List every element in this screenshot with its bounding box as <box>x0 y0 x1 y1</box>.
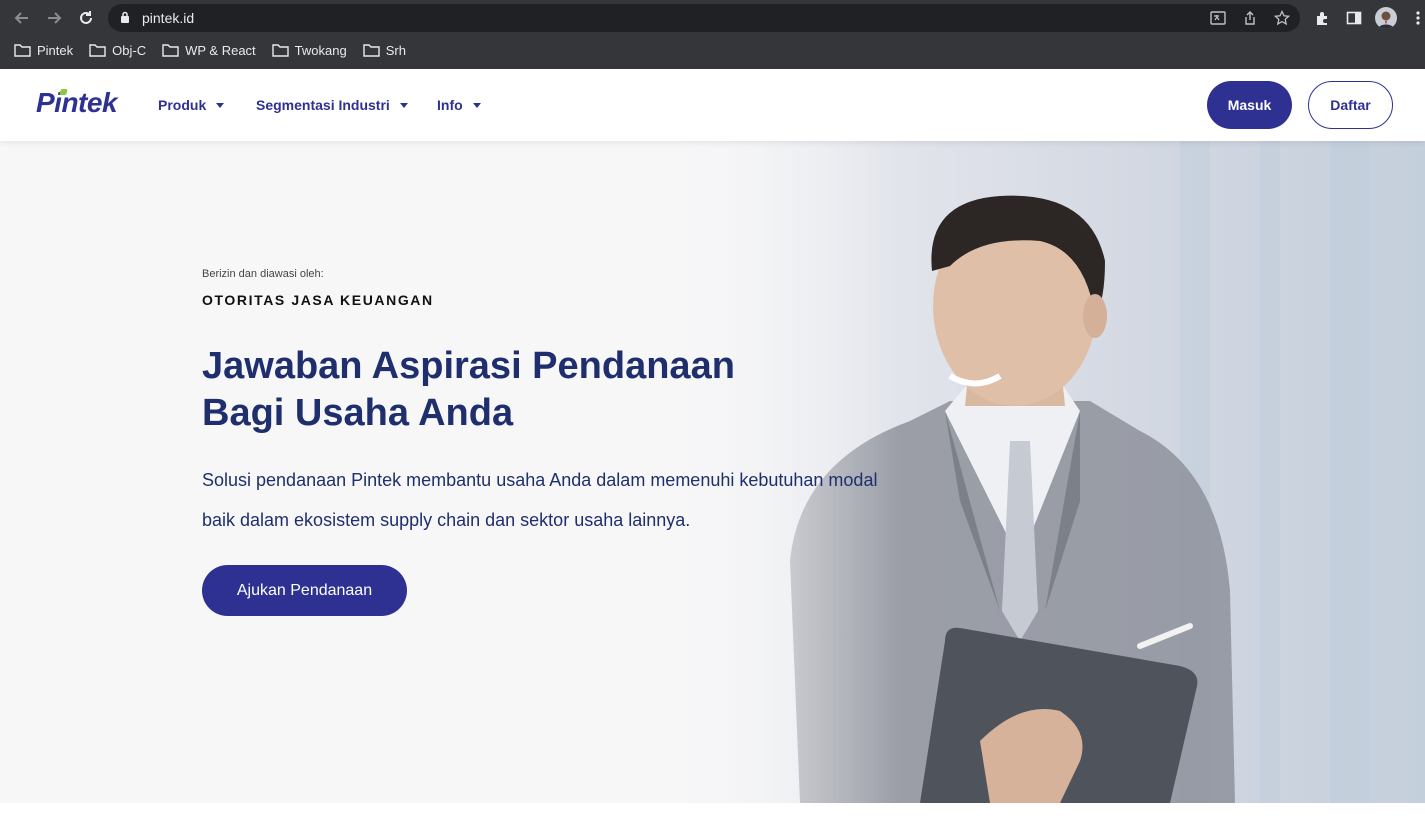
bookmark-folder-pintek[interactable]: Pintek <box>14 43 73 58</box>
description-line-1: Solusi pendanaan Pintek membantu usaha A… <box>202 470 878 490</box>
caret-down-icon <box>216 103 225 108</box>
nav-info-label: Info <box>437 97 463 113</box>
bookmark-label: Pintek <box>37 42 74 58</box>
forward-icon[interactable] <box>42 6 66 30</box>
nav-segmentasi-industri[interactable]: Segmentasi Industri <box>256 97 408 113</box>
hero-description: Solusi pendanaan Pintek membantu usaha A… <box>202 460 902 540</box>
regulator-kicker: Berizin dan diawasi oleh: <box>202 268 324 280</box>
register-button[interactable]: Daftar <box>1308 81 1393 129</box>
profile-avatar[interactable] <box>1375 7 1397 29</box>
caret-down-icon <box>399 103 408 108</box>
bookmark-label: WP & React <box>185 42 256 58</box>
login-button[interactable]: Masuk <box>1207 81 1292 129</box>
bookmark-label: Obj-C <box>112 42 147 58</box>
background-window-strip <box>1330 141 1370 803</box>
share-icon[interactable] <box>1242 10 1258 26</box>
more-icon[interactable] <box>1408 8 1425 28</box>
nav-segmentasi-label: Segmentasi Industri <box>256 97 390 113</box>
nav-produk[interactable]: Produk <box>158 97 225 113</box>
folder-icon <box>271 44 289 57</box>
pintek-logo[interactable]: Pintek <box>36 87 118 119</box>
headline-line-1: Jawaban Aspirasi Pendanaan <box>202 345 735 387</box>
reload-icon[interactable] <box>74 6 98 30</box>
nav-info[interactable]: Info <box>437 97 481 113</box>
back-icon[interactable] <box>10 6 34 30</box>
site-header: Pintek Produk Segmentasi Industri Info M… <box>0 69 1425 141</box>
browser-toolbar: pintek.id <box>0 0 1425 36</box>
sidepanel-icon[interactable] <box>1344 8 1364 28</box>
folder-icon <box>89 44 106 57</box>
bookmark-folder-objc[interactable]: Obj-C <box>89 43 146 58</box>
translate-icon[interactable] <box>1210 10 1226 26</box>
folder-icon <box>162 44 179 57</box>
hero-section: Berizin dan diawasi oleh: OTORITAS JASA … <box>0 141 1425 803</box>
caret-down-icon <box>472 103 481 108</box>
bookmark-label: Twokang <box>294 42 347 58</box>
description-line-2: baik dalam ekosistem supply chain dan se… <box>202 510 691 530</box>
bookmark-folder-wp-react[interactable]: WP & React <box>162 43 256 58</box>
star-icon[interactable] <box>1273 9 1291 26</box>
logo-text: Pintek <box>36 87 118 118</box>
nav-produk-label: Produk <box>158 97 207 113</box>
headline-line-2: Bagi Usaha Anda <box>202 392 514 434</box>
bookmarks-bar: Pintek Obj-C WP & React Twokang Srh <box>0 38 408 62</box>
folder-icon <box>14 44 31 57</box>
bookmark-folder-srh[interactable]: Srh <box>363 43 406 58</box>
hero-headline: Jawaban Aspirasi Pendanaan Bagi Usaha An… <box>202 343 842 437</box>
bookmark-folder-twokang[interactable]: Twokang <box>271 42 347 58</box>
address-url[interactable]: pintek.id <box>142 10 194 26</box>
apply-funding-button[interactable]: Ajukan Pendanaan <box>202 565 407 616</box>
browser-chrome: pintek.id Pintek Obj-C WP & React Twokan… <box>0 0 1425 69</box>
lock-icon <box>120 11 130 29</box>
regulator-name: OTORITAS JASA KEUANGAN <box>202 292 434 308</box>
bookmark-label: Srh <box>385 42 406 58</box>
extensions-icon[interactable] <box>1312 8 1332 28</box>
address-bar[interactable]: pintek.id <box>108 4 1300 32</box>
folder-icon <box>363 44 380 57</box>
